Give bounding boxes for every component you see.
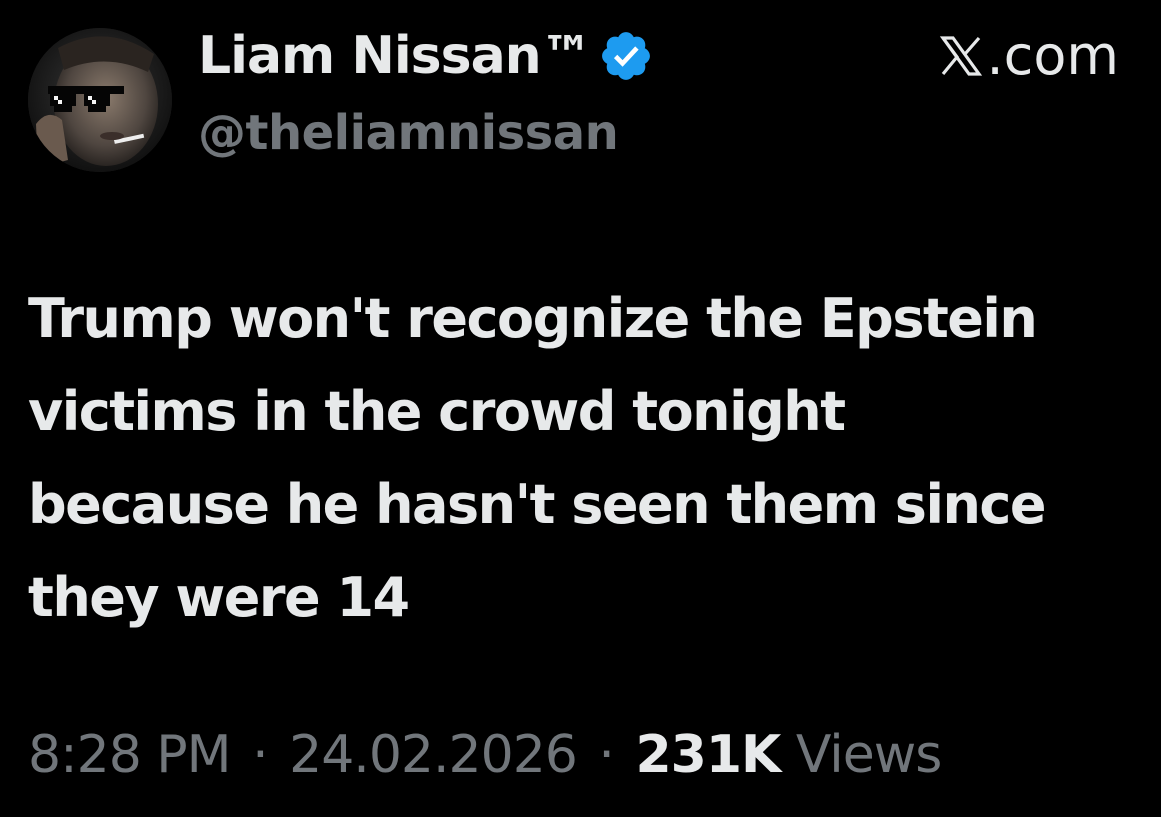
tweet-date[interactable]: 24.02.2026 [289, 725, 578, 785]
x-logo-icon [937, 31, 985, 81]
verified-badge-icon [598, 28, 654, 84]
brand-label: .com [937, 24, 1120, 87]
avatar-photo [28, 28, 172, 172]
author-name-row: Liam Nissan™ [198, 26, 654, 86]
views-count[interactable]: 231K [635, 725, 781, 785]
meta-separator: · [252, 725, 269, 785]
avatar[interactable] [28, 28, 172, 172]
brand-domain: .com [986, 24, 1120, 87]
tweet-meta: 8:28 PM · 24.02.2026 · 231K Views [28, 722, 942, 788]
tweet-time[interactable]: 8:28 PM [28, 725, 232, 785]
author-handle[interactable]: @theliamnissan [198, 103, 619, 163]
meta-separator: · [598, 725, 615, 785]
tweet-text: Trump won't recognize the Epstein victim… [28, 287, 1047, 629]
tweet-card: Liam Nissan™ @theliamnissan .com Trump w… [0, 0, 1161, 817]
views-label: Views [795, 725, 942, 785]
display-name[interactable]: Liam Nissan™ [198, 26, 593, 86]
